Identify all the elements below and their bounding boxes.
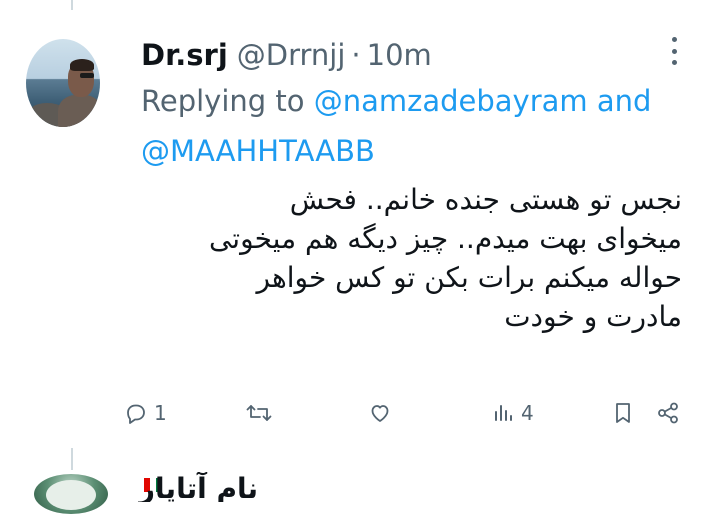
next-tweet-avatar[interactable] — [34, 474, 108, 514]
tweet-text: نجس تو هستی جنده خانم.. فحش میخوای بهت م… — [141, 180, 682, 336]
tweet-header: Dr.srj @Drrnjj · 10m — [141, 35, 432, 75]
next-avatar-ring — [46, 480, 96, 510]
tweet-text-line: حواله میکنم برات بکن تو کس خواهر — [256, 261, 683, 294]
more-dot — [671, 60, 677, 65]
more-dot — [671, 48, 677, 54]
separator-dot: · — [351, 38, 361, 72]
thread-connector-top — [71, 0, 73, 10]
avatar-body — [58, 95, 100, 127]
replying-to: Replying to @namzadebayram and — [141, 84, 711, 118]
next-tweet-display-name[interactable]: نام آتاپار — [138, 472, 258, 502]
avatar[interactable] — [26, 39, 100, 127]
tweet-text-line: نجس تو هستی جنده خانم.. فحش — [289, 183, 682, 216]
like-button[interactable] — [368, 393, 398, 433]
share-icon — [658, 402, 678, 424]
mention-link[interactable]: @MAAHHTAABB — [141, 134, 375, 168]
more-icon[interactable] — [664, 37, 684, 65]
reply-button[interactable]: 1 — [124, 393, 167, 433]
reply-count: 1 — [154, 401, 167, 425]
views-icon — [495, 405, 512, 421]
display-name[interactable]: Dr.srj — [141, 38, 228, 72]
tweet-text-line: میخوای بهت میدم.. چیز دیگه هم میخوتی — [208, 222, 682, 255]
like-icon — [371, 405, 389, 422]
timestamp[interactable]: 10m — [367, 38, 432, 72]
share-button[interactable] — [656, 393, 680, 433]
retweet-button[interactable] — [245, 393, 279, 433]
user-handle[interactable]: @Drrnjj — [237, 38, 346, 72]
replying-to-label: Replying to — [141, 84, 305, 118]
mention-link[interactable]: @namzadebayram and — [314, 84, 652, 118]
reply-icon — [127, 404, 145, 424]
bookmark-icon — [616, 403, 630, 423]
avatar-glasses — [80, 73, 94, 78]
views-button[interactable]: 4 — [491, 393, 534, 433]
retweet-icon — [246, 405, 272, 421]
bookmark-button[interactable] — [612, 393, 634, 433]
views-count: 4 — [521, 401, 534, 425]
more-dot — [671, 37, 677, 42]
thread-connector-bottom — [71, 448, 73, 470]
tweet-text-line: مادرت و خودت — [504, 300, 682, 333]
action-bar: 1 4 — [0, 393, 711, 433]
avatar-hair — [70, 59, 94, 71]
